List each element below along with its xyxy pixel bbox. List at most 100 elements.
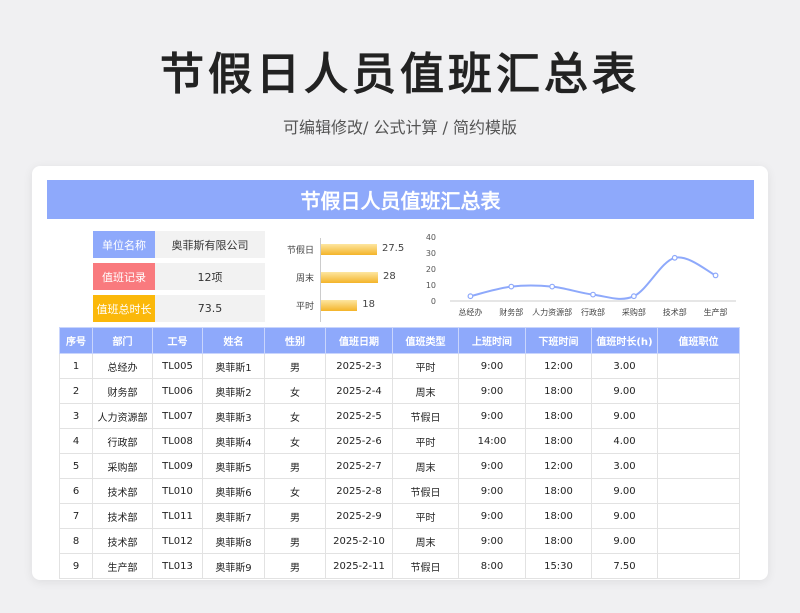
table-cell[interactable]: 9.00 xyxy=(591,478,658,504)
table-cell[interactable]: 8 xyxy=(59,528,93,554)
table-cell[interactable]: 2025-2-10 xyxy=(325,528,393,554)
column-header[interactable]: 工号 xyxy=(152,327,203,354)
table-cell[interactable]: 7.50 xyxy=(591,553,658,579)
table-cell[interactable]: 奥菲斯3 xyxy=(202,403,265,429)
table-cell[interactable]: TL010 xyxy=(152,478,203,504)
column-header[interactable]: 姓名 xyxy=(202,327,265,354)
table-cell[interactable]: 3 xyxy=(59,403,93,429)
table-cell[interactable]: TL013 xyxy=(152,553,203,579)
table-cell[interactable]: 4.00 xyxy=(591,428,658,454)
table-cell[interactable]: 节假日 xyxy=(392,553,459,579)
table-cell[interactable]: 4 xyxy=(59,428,93,454)
table-cell[interactable]: 生产部 xyxy=(92,553,153,579)
table-cell[interactable]: 2025-2-7 xyxy=(325,453,393,479)
table-cell[interactable]: 奥菲斯6 xyxy=(202,478,265,504)
table-cell[interactable]: 7 xyxy=(59,503,93,529)
column-header[interactable]: 值班类型 xyxy=(392,327,459,354)
table-cell[interactable]: 2025-2-9 xyxy=(325,503,393,529)
table-cell[interactable]: 奥菲斯9 xyxy=(202,553,265,579)
table-cell[interactable]: 总经办 xyxy=(92,353,153,379)
table-cell[interactable]: 女 xyxy=(264,478,326,504)
table-cell[interactable] xyxy=(657,403,740,429)
table-cell[interactable]: 男 xyxy=(264,553,326,579)
table-cell[interactable]: 节假日 xyxy=(392,403,459,429)
table-cell[interactable]: 2 xyxy=(59,378,93,404)
table-cell[interactable]: 5 xyxy=(59,453,93,479)
column-header[interactable]: 序号 xyxy=(59,327,93,354)
table-cell[interactable]: 技术部 xyxy=(92,528,153,554)
table-cell[interactable] xyxy=(657,378,740,404)
table-cell[interactable]: 女 xyxy=(264,378,326,404)
table-cell[interactable]: 奥菲斯1 xyxy=(202,353,265,379)
table-cell[interactable]: 2025-2-5 xyxy=(325,403,393,429)
table-cell[interactable]: 男 xyxy=(264,503,326,529)
table-cell[interactable]: 18:00 xyxy=(525,428,592,454)
table-cell[interactable]: 节假日 xyxy=(392,478,459,504)
table-cell[interactable]: 12:00 xyxy=(525,353,592,379)
table-cell[interactable]: 15:30 xyxy=(525,553,592,579)
table-cell[interactable]: 9:00 xyxy=(458,453,526,479)
table-cell[interactable]: 9.00 xyxy=(591,528,658,554)
table-cell[interactable]: 18:00 xyxy=(525,503,592,529)
table-cell[interactable]: 3.00 xyxy=(591,353,658,379)
table-cell[interactable]: 平时 xyxy=(392,503,459,529)
table-cell[interactable]: 18:00 xyxy=(525,528,592,554)
table-cell[interactable]: 奥菲斯5 xyxy=(202,453,265,479)
table-cell[interactable]: 男 xyxy=(264,453,326,479)
table-cell[interactable]: 奥菲斯4 xyxy=(202,428,265,454)
table-cell[interactable]: TL009 xyxy=(152,453,203,479)
table-cell[interactable]: 9:00 xyxy=(458,403,526,429)
table-cell[interactable]: 周末 xyxy=(392,378,459,404)
table-cell[interactable]: 9.00 xyxy=(591,503,658,529)
column-header[interactable]: 上班时间 xyxy=(458,327,526,354)
table-cell[interactable]: 9:00 xyxy=(458,528,526,554)
table-cell[interactable]: 1 xyxy=(59,353,93,379)
column-header[interactable]: 部门 xyxy=(92,327,153,354)
table-cell[interactable]: 2025-2-3 xyxy=(325,353,393,379)
column-header[interactable]: 性别 xyxy=(264,327,326,354)
column-header[interactable]: 下班时间 xyxy=(525,327,592,354)
table-cell[interactable]: 8:00 xyxy=(458,553,526,579)
table-cell[interactable] xyxy=(657,553,740,579)
table-cell[interactable]: TL007 xyxy=(152,403,203,429)
table-cell[interactable]: 12:00 xyxy=(525,453,592,479)
table-cell[interactable]: 男 xyxy=(264,353,326,379)
table-cell[interactable]: 奥菲斯2 xyxy=(202,378,265,404)
table-cell[interactable]: 2025-2-4 xyxy=(325,378,393,404)
table-cell[interactable]: 2025-2-8 xyxy=(325,478,393,504)
table-cell[interactable]: 2025-2-6 xyxy=(325,428,393,454)
column-header[interactable]: 值班时长(h) xyxy=(591,327,658,354)
table-cell[interactable]: 9.00 xyxy=(591,403,658,429)
column-header[interactable]: 值班职位 xyxy=(657,327,740,354)
table-cell[interactable]: 2025-2-11 xyxy=(325,553,393,579)
table-cell[interactable] xyxy=(657,428,740,454)
table-cell[interactable] xyxy=(657,453,740,479)
table-cell[interactable] xyxy=(657,478,740,504)
table-cell[interactable]: 9 xyxy=(59,553,93,579)
table-cell[interactable] xyxy=(657,353,740,379)
table-cell[interactable]: TL012 xyxy=(152,528,203,554)
table-cell[interactable]: 9:00 xyxy=(458,503,526,529)
table-cell[interactable] xyxy=(657,503,740,529)
table-cell[interactable]: 9.00 xyxy=(591,378,658,404)
table-cell[interactable]: 奥菲斯7 xyxy=(202,503,265,529)
column-header[interactable]: 值班日期 xyxy=(325,327,393,354)
table-cell[interactable]: 18:00 xyxy=(525,403,592,429)
table-cell[interactable]: 女 xyxy=(264,428,326,454)
table-cell[interactable]: 周末 xyxy=(392,453,459,479)
table-cell[interactable]: 9:00 xyxy=(458,378,526,404)
table-cell[interactable]: 9:00 xyxy=(458,478,526,504)
table-cell[interactable]: TL005 xyxy=(152,353,203,379)
table-cell[interactable]: 18:00 xyxy=(525,478,592,504)
table-cell[interactable]: 3.00 xyxy=(591,453,658,479)
table-cell[interactable]: TL011 xyxy=(152,503,203,529)
table-cell[interactable]: 奥菲斯8 xyxy=(202,528,265,554)
table-cell[interactable]: TL008 xyxy=(152,428,203,454)
table-cell[interactable]: TL006 xyxy=(152,378,203,404)
table-cell[interactable]: 6 xyxy=(59,478,93,504)
table-cell[interactable]: 女 xyxy=(264,403,326,429)
table-cell[interactable]: 14:00 xyxy=(458,428,526,454)
table-cell[interactable]: 18:00 xyxy=(525,378,592,404)
table-cell[interactable]: 9:00 xyxy=(458,353,526,379)
table-cell[interactable]: 采购部 xyxy=(92,453,153,479)
